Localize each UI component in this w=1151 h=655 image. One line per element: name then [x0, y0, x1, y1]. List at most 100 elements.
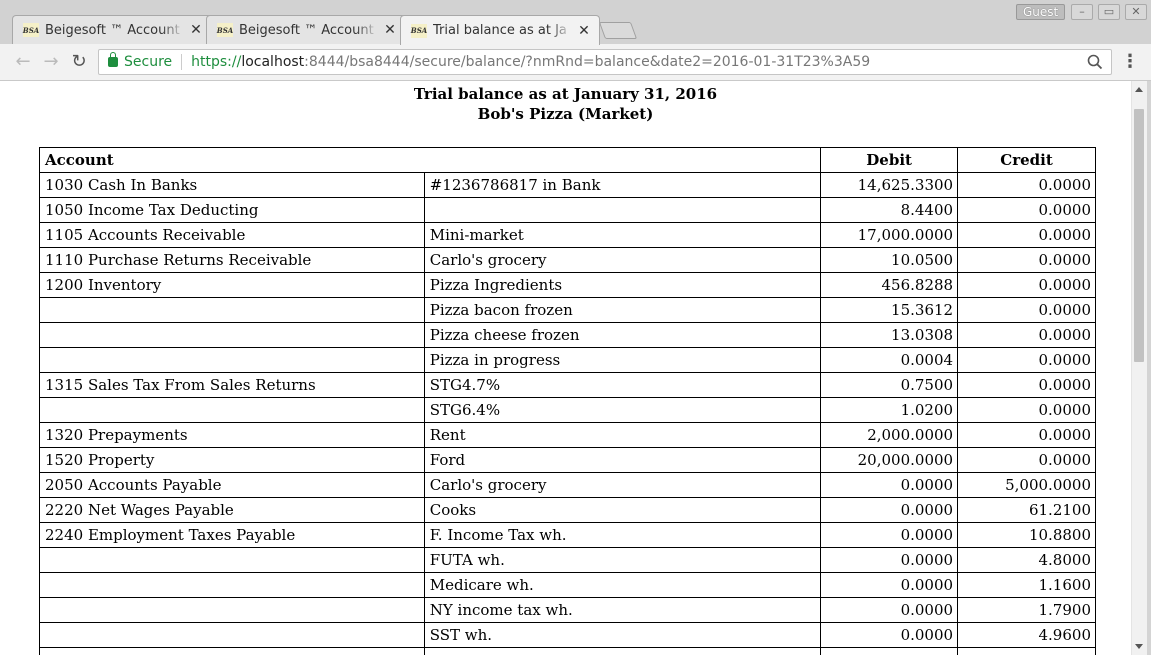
- account-cell: 2240 Employment Taxes Payable: [39, 522, 425, 548]
- subaccount-cell: #1236786817 in Bank: [423, 172, 822, 198]
- account-cell: 1110 Purchase Returns Receivable: [39, 247, 425, 273]
- subaccount-cell: Carlo's grocery: [423, 247, 822, 273]
- scroll-down-icon[interactable]: [1135, 644, 1143, 649]
- table-row: 1050 Income Tax Deducting 8.4400 0.0000: [39, 197, 1096, 223]
- credit-cell: 4.8000: [957, 547, 1096, 573]
- account-cell: [39, 322, 425, 348]
- forward-arrow-icon[interactable]: →: [40, 51, 62, 73]
- minimize-icon[interactable]: –: [1071, 4, 1093, 20]
- subaccount-cell: Cooks: [423, 497, 822, 523]
- credit-cell: 0.0000: [957, 297, 1096, 323]
- credit-cell: [957, 647, 1096, 655]
- table-row: 1315 Sales Tax From Sales Returns STG4.7%…: [39, 372, 1096, 398]
- credit-cell: 5,000.0000: [957, 472, 1096, 498]
- table-row: Pizza cheese frozen 13.0308 0.0000: [39, 322, 1096, 348]
- debit-cell: 15.3612: [820, 297, 959, 323]
- debit-cell: 0.0000: [820, 597, 959, 623]
- subaccount-cell: Pizza bacon frozen: [423, 297, 822, 323]
- secure-label: Secure: [124, 54, 173, 70]
- browser-toolbar: ← → ↻ Secure https://localhost:8444/bsa8…: [0, 44, 1151, 81]
- close-tab-icon[interactable]: ✕: [189, 22, 203, 38]
- account-cell: [39, 397, 425, 423]
- maximize-icon[interactable]: ▭: [1098, 4, 1120, 20]
- table-row: 1110 Purchase Returns Receivable Carlo's …: [39, 247, 1096, 273]
- account-cell: [39, 572, 425, 598]
- table-row: 1320 Prepayments Rent 2,000.0000 0.0000: [39, 422, 1096, 448]
- table-row: Pizza in progress 0.0004 0.0000: [39, 347, 1096, 373]
- credit-cell: 0.0000: [957, 397, 1096, 423]
- credit-cell: 1.7900: [957, 597, 1096, 623]
- table-row: SST wh. 0.0000 4.9600: [39, 622, 1096, 648]
- menu-icon[interactable]: ⋮: [1121, 52, 1139, 74]
- subaccount-cell: F. Income Tax wh.: [423, 522, 822, 548]
- tab-trial-balance[interactable]: BSA Trial balance as at Ja ✕: [400, 15, 600, 45]
- credit-cell: 0.0000: [957, 222, 1096, 248]
- table-row: 1520 Property Ford 20,000.0000 0.0000: [39, 447, 1096, 473]
- report-subtitle: Bob's Pizza (Market): [477, 105, 654, 123]
- table-row: 1105 Accounts Receivable Mini-market 17,00…: [39, 222, 1096, 248]
- credit-cell: 0.0000: [957, 347, 1096, 373]
- subaccount-cell: Ford: [423, 447, 822, 473]
- search-icon[interactable]: [1087, 54, 1103, 70]
- close-tab-icon[interactable]: ✕: [383, 22, 397, 38]
- table-row: 2240 Employment Taxes Payable F. Income T…: [39, 522, 1096, 548]
- debit-cell: 0.0000: [820, 622, 959, 648]
- table-row: Medicare wh. 0.0000 1.1600: [39, 572, 1096, 598]
- account-cell: [39, 547, 425, 573]
- credit-cell: 0.0000: [957, 447, 1096, 473]
- debit-cell: 14,625.3300: [820, 172, 959, 198]
- subaccount-cell: Pizza cheese frozen: [423, 322, 822, 348]
- subaccount-cell: [423, 197, 822, 223]
- table-row: 2220 Net Wages Payable Cooks 0.0000 61.2100: [39, 497, 1096, 523]
- credit-cell: 1.1600: [957, 572, 1096, 598]
- tab-beigesoft-2[interactable]: BSA Beigesoft ™ Account ✕: [206, 15, 406, 44]
- credit-cell: 10.8800: [957, 522, 1096, 548]
- page-content: Trial balance as at January 31, 2016 Bob…: [0, 81, 1131, 655]
- credit-cell: 4.9600: [957, 622, 1096, 648]
- tab-strip: BSA Beigesoft ™ Account ✕ BSA Beigesoft …: [0, 0, 1151, 45]
- table-row: STG6.4% 1.0200 0.0000: [39, 397, 1096, 423]
- scroll-up-icon[interactable]: [1135, 87, 1143, 92]
- new-tab-button[interactable]: [598, 22, 638, 39]
- debit-header: Debit: [820, 147, 959, 173]
- debit-cell: 0.0000: [820, 572, 959, 598]
- close-tab-icon[interactable]: ✕: [577, 23, 591, 39]
- debit-cell: 0.0000: [820, 547, 959, 573]
- url-host: localhost: [241, 54, 305, 70]
- reload-icon[interactable]: ↻: [68, 51, 90, 73]
- report-title: Trial balance as at January 31, 2016: [413, 85, 718, 103]
- debit-cell: 8.4400: [820, 197, 959, 223]
- address-bar[interactable]: Secure https://localhost:8444/bsa8444/se…: [98, 49, 1112, 75]
- debit-cell: 20,000.0000: [820, 447, 959, 473]
- bsa-favicon-icon: BSA: [23, 23, 39, 37]
- subaccount-cell: Carlo's grocery: [423, 472, 822, 498]
- account-cell: 2050 Accounts Payable: [39, 472, 425, 498]
- tab-beigesoft-1[interactable]: BSA Beigesoft ™ Account ✕: [12, 15, 212, 44]
- subaccount-cell: STG6.4%: [423, 397, 822, 423]
- close-window-icon[interactable]: ✕: [1125, 4, 1147, 20]
- subaccount-cell: Pizza Ingredients: [423, 272, 822, 298]
- account-cell: 1105 Accounts Receivable: [39, 222, 425, 248]
- subaccount-cell: STG4.7%: [423, 372, 822, 398]
- back-arrow-icon[interactable]: ←: [12, 51, 34, 73]
- subaccount-cell: FUTA wh.: [423, 547, 822, 573]
- account-cell: 1200 Inventory: [39, 272, 425, 298]
- debit-cell: 17,000.0000: [820, 222, 959, 248]
- url-path: :8444/bsa8444/secure/balance/?nmRnd=bala…: [304, 54, 871, 70]
- vertical-scrollbar[interactable]: [1131, 81, 1147, 655]
- debit-cell: 0.0000: [820, 522, 959, 548]
- lock-icon: [108, 52, 118, 67]
- subaccount-cell: NY income tax wh.: [423, 597, 822, 623]
- account-cell: 2220 Net Wages Payable: [39, 497, 425, 523]
- subaccount-cell: Mini-market: [423, 222, 822, 248]
- debit-cell: 0.0000: [820, 472, 959, 498]
- table-header-row: Account Debit Credit: [38, 147, 1096, 173]
- url-scheme: https://: [191, 54, 242, 70]
- debit-cell: 0.0000: [820, 497, 959, 523]
- trial-balance-table: Account Debit Credit 1030 Cash In Banks #…: [38, 147, 1096, 655]
- table-row: NY income tax wh. 0.0000 1.7900: [39, 597, 1096, 623]
- guest-profile-button[interactable]: Guest: [1016, 4, 1066, 20]
- scrollbar-thumb[interactable]: [1134, 109, 1144, 362]
- debit-cell: 0.0004: [820, 347, 959, 373]
- credit-cell: 0.0000: [957, 322, 1096, 348]
